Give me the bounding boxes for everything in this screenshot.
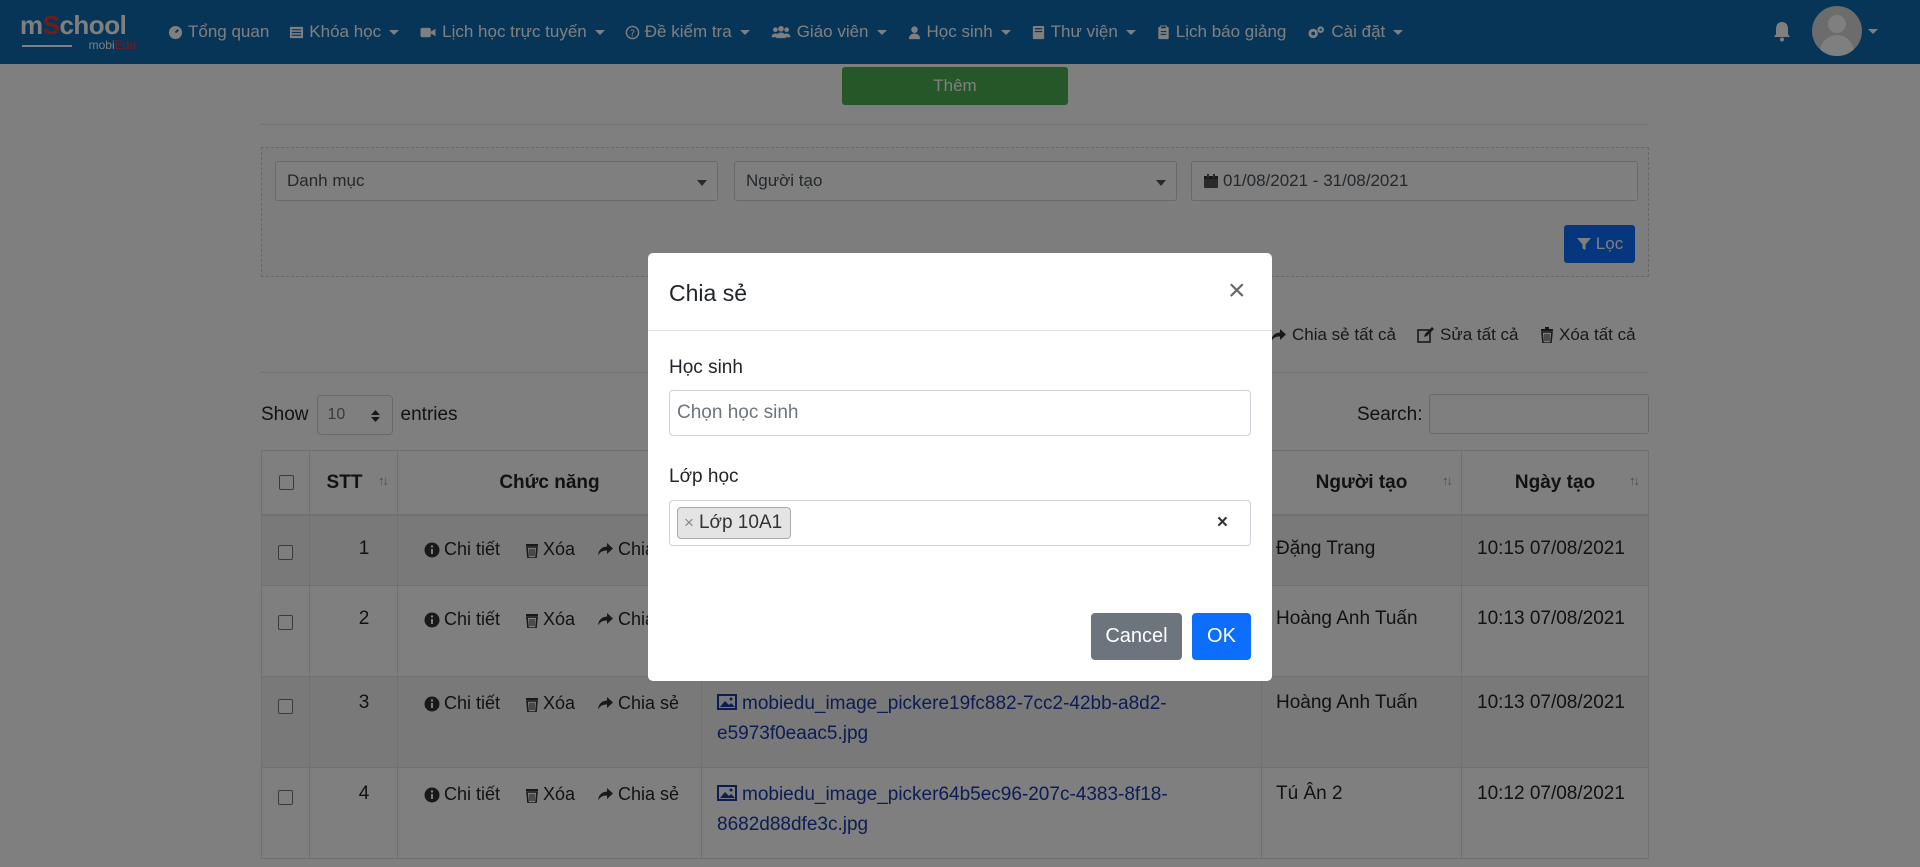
share-modal: Chia sẻ × Học sinh Chọn học sinh Lớp học… xyxy=(648,253,1272,681)
modal-title: Chia sẻ xyxy=(669,280,747,306)
close-icon[interactable]: × xyxy=(1228,276,1246,306)
clear-selection-icon[interactable]: × xyxy=(1217,512,1228,534)
tag-remove-icon[interactable]: × xyxy=(684,513,694,533)
class-tag: × Lớp 10A1 xyxy=(677,507,792,539)
student-select-placeholder: Chọn học sinh xyxy=(677,402,799,423)
class-label: Lớp học xyxy=(669,466,739,487)
student-select[interactable]: Chọn học sinh xyxy=(669,390,1251,436)
student-label: Học sinh xyxy=(669,357,743,378)
ok-button[interactable]: OK xyxy=(1192,613,1251,660)
modal-divider xyxy=(648,330,1272,331)
cancel-button[interactable]: Cancel xyxy=(1091,613,1182,660)
class-select[interactable]: × Lớp 10A1 × xyxy=(669,500,1251,546)
class-tag-label: Lớp 10A1 xyxy=(698,512,783,533)
